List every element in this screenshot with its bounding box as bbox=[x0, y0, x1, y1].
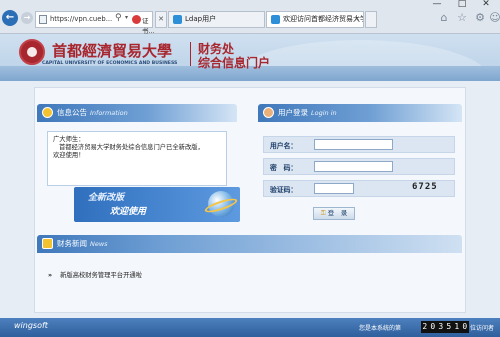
notice-closing: 欢迎使用！ bbox=[53, 152, 85, 159]
notice-content: 广大师生： 首都经济贸易大学财务处综合信息门户已全新改版， 欢迎使用！ bbox=[47, 131, 227, 186]
counter-digit: 5 bbox=[445, 321, 453, 333]
tab-certificate-overflow[interactable]: ✕ bbox=[155, 11, 167, 28]
address-text: https://vpn.cueb... bbox=[50, 15, 113, 23]
speaker-icon bbox=[42, 107, 53, 118]
folder-icon bbox=[42, 238, 53, 249]
counter-digit: 3 bbox=[437, 321, 445, 333]
footer: wingsoft 您是本系统的第 2 0 3 5 1 0 位访问者 bbox=[0, 318, 500, 337]
home-icon[interactable]: ⌂ bbox=[438, 12, 450, 24]
news-link[interactable]: 新版高校财务管理平台开通啦 bbox=[60, 272, 142, 279]
counter-digit: 0 bbox=[461, 321, 469, 333]
counter-digit: 1 bbox=[453, 321, 461, 333]
login-title: 用户登录 bbox=[278, 108, 308, 117]
university-name-en: CAPITAL UNIVERSITY OF ECONOMICS AND BUSI… bbox=[42, 61, 178, 66]
news-bullet: » bbox=[48, 272, 53, 279]
password-row: 密 码： bbox=[263, 158, 455, 175]
username-input[interactable] bbox=[314, 139, 393, 150]
captcha-image[interactable]: 6725 bbox=[412, 182, 450, 195]
notice-title: 信息公告 bbox=[57, 108, 87, 117]
password-label: 密 码： bbox=[270, 164, 298, 172]
back-button[interactable]: ← bbox=[2, 10, 18, 26]
tab-ldap[interactable]: Ldap用户 bbox=[168, 11, 265, 28]
close-tab-icon[interactable]: ✕ bbox=[354, 12, 360, 27]
visit-count-prefix: 您是本系统的第 bbox=[359, 325, 402, 332]
ie-tab-icon bbox=[271, 15, 280, 24]
login-button[interactable]: ⚿ 登 录 bbox=[313, 207, 355, 220]
header-banner: 首都經濟貿易大學 CAPITAL UNIVERSITY OF ECONOMICS… bbox=[0, 34, 500, 81]
counter-digit: 2 bbox=[421, 321, 429, 333]
portal-name: 综合信息门户 bbox=[198, 56, 271, 70]
notice-greeting: 广大师生： bbox=[53, 136, 85, 143]
notice-panel-header: 信息公告 Information bbox=[37, 104, 237, 122]
user-icon bbox=[263, 107, 274, 118]
tab-welcome-label: 欢迎访问首都经济贸易大学... bbox=[283, 15, 363, 23]
close-tab-icon[interactable]: ✕ bbox=[158, 12, 164, 27]
settings-gear-icon[interactable]: ⚙ bbox=[474, 12, 486, 24]
university-name-cn: 首都經濟貿易大學 bbox=[52, 42, 173, 60]
username-row: 用户名： bbox=[263, 136, 455, 153]
news-subtitle: News bbox=[90, 240, 108, 248]
dropdown-icon[interactable]: ▾ bbox=[125, 14, 128, 21]
visit-counter: 2 0 3 5 1 0 bbox=[421, 321, 469, 333]
promo-banner: 全新改版 欢迎使用 bbox=[74, 187, 240, 222]
login-button-label: 登 录 bbox=[327, 209, 348, 217]
favorites-star-icon[interactable]: ☆ bbox=[456, 12, 468, 24]
new-tab-button[interactable] bbox=[365, 11, 377, 28]
feedback-smiley-icon[interactable]: ☺ bbox=[489, 12, 500, 24]
promo-line1: 全新改版 bbox=[88, 193, 125, 203]
login-panel-header: 用户登录 Login in bbox=[258, 104, 462, 122]
browser-chrome: — □ ✕ ← → https://vpn.cueb... ⚲ ▾ 证书... … bbox=[0, 0, 500, 35]
page-icon bbox=[39, 15, 47, 24]
footer-brand: wingsoft bbox=[14, 321, 48, 330]
key-icon: ⚿ bbox=[320, 209, 326, 217]
captcha-input[interactable] bbox=[314, 183, 354, 194]
visit-count-suffix: 位访问者 bbox=[470, 325, 495, 332]
news-title: 财务新闻 bbox=[57, 239, 87, 248]
password-input[interactable] bbox=[314, 161, 393, 172]
minimize-icon[interactable]: — bbox=[426, 0, 448, 9]
promo-line2: 欢迎使用 bbox=[110, 207, 147, 217]
cert-label[interactable]: 证书... bbox=[142, 15, 155, 35]
maximize-icon[interactable]: □ bbox=[451, 0, 473, 9]
username-label: 用户名： bbox=[270, 142, 298, 150]
news-panel-header: 财务新闻 News bbox=[37, 235, 462, 253]
address-bar[interactable]: https://vpn.cueb... ⚲ ▾ 证书... bbox=[35, 11, 155, 35]
certificate-icon[interactable] bbox=[132, 15, 141, 24]
notice-body: 首都经济贸易大学财务处综合信息门户已全新改版， bbox=[59, 144, 204, 151]
tab-ldap-label: Ldap用户 bbox=[185, 15, 217, 23]
forward-button[interactable]: → bbox=[21, 12, 33, 24]
header-divider bbox=[190, 42, 191, 66]
ie-tab-icon bbox=[173, 15, 182, 24]
counter-digit: 0 bbox=[429, 321, 437, 333]
notice-subtitle: Information bbox=[90, 109, 128, 117]
captcha-row: 验证码： 6725 bbox=[263, 180, 455, 197]
login-subtitle: Login in bbox=[311, 109, 337, 117]
news-list-item[interactable]: » 新版高校财务管理平台开通啦 bbox=[48, 270, 142, 279]
captcha-label: 验证码： bbox=[270, 186, 298, 194]
search-icon[interactable]: ⚲ bbox=[115, 13, 122, 23]
close-window-icon[interactable]: ✕ bbox=[475, 0, 497, 9]
tab-welcome[interactable]: 欢迎访问首都经济贸易大学... ✕ bbox=[266, 11, 364, 28]
